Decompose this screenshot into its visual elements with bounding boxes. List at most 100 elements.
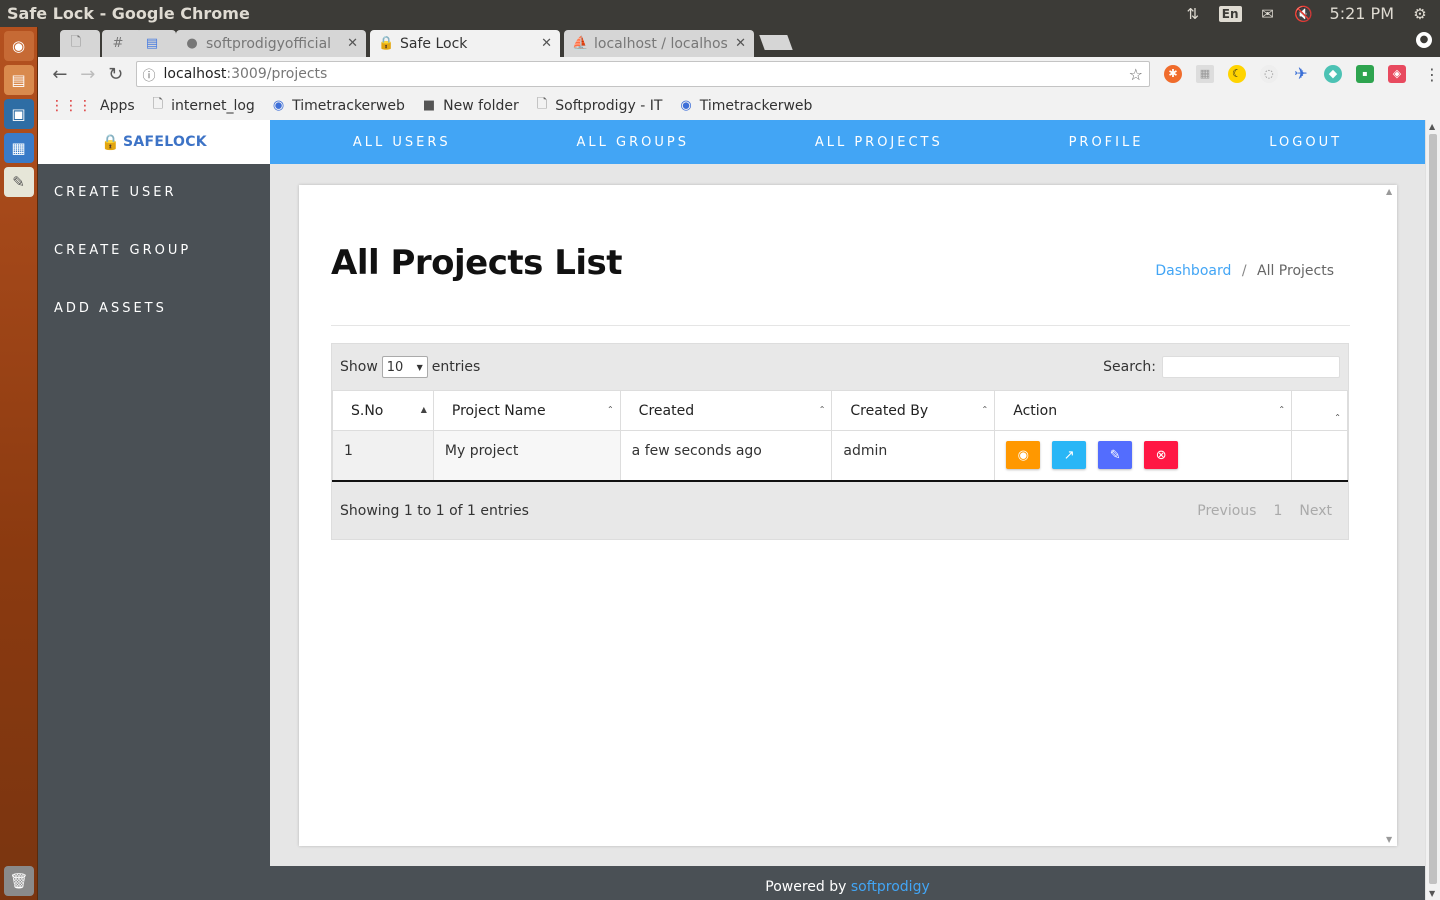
tab-safe-lock[interactable]: 🔒 Safe Lock ✕: [370, 30, 560, 57]
nav-all-projects[interactable]: ALL PROJECTS: [815, 135, 943, 150]
tab-close-icon[interactable]: ✕: [735, 36, 746, 51]
card-scrollbar[interactable]: ▲ ▼: [1383, 185, 1397, 846]
scroll-up-icon[interactable]: ▲: [1429, 122, 1435, 131]
tab-github[interactable]: ● softprodigyofficial ✕: [176, 30, 366, 57]
nav-logout[interactable]: LOGOUT: [1269, 135, 1342, 150]
scroll-down-icon[interactable]: ▼: [1386, 835, 1392, 844]
sidebar-item-create-user[interactable]: CREATE USER: [38, 164, 270, 222]
chrome-menu-icon[interactable]: ⋮: [1424, 65, 1440, 84]
apps-grid-icon: ⋮⋮⋮: [50, 97, 92, 114]
tab-label: localhost / localhos: [594, 35, 728, 52]
bookmark-apps[interactable]: ⋮⋮⋮ Apps: [50, 98, 135, 114]
breadcrumb-dashboard-link[interactable]: Dashboard: [1155, 263, 1231, 279]
photo-viewer-launcher-icon[interactable]: ▣: [3, 99, 34, 129]
search-control: Search:: [1103, 356, 1340, 378]
extension-circle-icon[interactable]: ◌: [1259, 65, 1278, 83]
column-header-created-by[interactable]: Created By ⌃: [831, 390, 996, 431]
search-input[interactable]: [1162, 356, 1340, 378]
nav-all-users[interactable]: ALL USERS: [353, 135, 451, 150]
edit-button[interactable]: ✎: [1098, 441, 1133, 469]
view-button[interactable]: ◉: [1006, 441, 1041, 469]
hash-icon: #: [112, 36, 124, 51]
sort-icon: ⌃: [818, 405, 826, 414]
share-button[interactable]: ↗: [1052, 441, 1087, 469]
extension-moon-icon[interactable]: ☾: [1227, 65, 1246, 83]
sidebar-item-add-assets[interactable]: ADD ASSETS: [38, 280, 270, 338]
sort-icon: ⌃: [1334, 413, 1341, 422]
extension-plane-icon[interactable]: ✈: [1292, 65, 1310, 83]
trash-launcher-icon[interactable]: 🗑: [4, 866, 34, 896]
back-arrow-icon[interactable]: ←: [46, 64, 74, 85]
column-header-project-name[interactable]: Project Name ⌃: [432, 390, 621, 431]
cell-created: a few seconds ago: [619, 430, 833, 482]
page-length-value: 10: [386, 359, 404, 375]
scroll-down-icon[interactable]: ▼: [1429, 889, 1435, 898]
os-top-panel: Safe Lock - Google Chrome ⇅ En ✉ 🔇 5:21 …: [0, 0, 1440, 27]
extension-gem-icon[interactable]: ◆: [1323, 65, 1342, 83]
tab-docs[interactable]: ▤: [136, 30, 176, 57]
bookmark-timetracker[interactable]: ◉ Timetrackerweb: [273, 98, 405, 114]
extension-cors-icon[interactable]: ▪: [1355, 65, 1374, 83]
cell-actions: ◉ ↗ ✎ ⊗: [994, 430, 1293, 482]
bookmark-softprodigy[interactable]: 🗋 Softprodigy - IT: [537, 95, 663, 117]
footer-softprodigy-link[interactable]: softprodigy: [851, 879, 930, 895]
previous-page-button[interactable]: Previous: [1189, 499, 1264, 523]
datatable-controls: Show 10 ▼ entries Search:: [332, 344, 1348, 390]
site-info-icon[interactable]: ⓘ: [143, 65, 156, 84]
brand-name: SAFELOCK: [123, 134, 207, 150]
address-bar[interactable]: ⓘ localhost :3009/projects ☆: [135, 61, 1150, 87]
profile-icon[interactable]: ●: [1416, 32, 1432, 48]
bookmark-label: Timetrackerweb: [699, 97, 813, 114]
page-scrollbar[interactable]: ▲ ▼: [1425, 120, 1440, 900]
delete-button[interactable]: ⊗: [1144, 441, 1179, 469]
tab-close-icon[interactable]: ✕: [541, 36, 552, 51]
bookmark-internet-log[interactable]: 🗋 internet_log: [153, 95, 255, 117]
column-label: S.No: [351, 402, 384, 419]
files-launcher-icon[interactable]: ◉: [3, 31, 34, 61]
tab-phpmyadmin[interactable]: ⛵ localhost / localhos ✕: [564, 30, 754, 57]
scroll-up-icon[interactable]: ▲: [1386, 187, 1392, 196]
extension-orange-icon[interactable]: ✱: [1163, 65, 1182, 83]
new-tab-button[interactable]: [759, 35, 793, 50]
github-icon: ●: [186, 36, 198, 51]
next-page-button[interactable]: Next: [1291, 499, 1340, 523]
column-header-created[interactable]: Created ⌃: [619, 390, 833, 431]
document-writer-launcher-icon[interactable]: ▦: [3, 133, 34, 163]
page-length-select[interactable]: 10 ▼: [381, 356, 428, 378]
settings-gear-icon[interactable]: ⚙: [1410, 5, 1430, 23]
extension-grid-icon[interactable]: ▦: [1195, 65, 1214, 83]
brand-logo[interactable]: 🔒 SAFELOCK: [38, 120, 270, 164]
volume-muted-icon[interactable]: 🔇: [1294, 5, 1314, 23]
page-number-button[interactable]: 1: [1264, 498, 1291, 524]
timetracker-icon: ◉: [272, 98, 285, 113]
file-manager-launcher-icon[interactable]: ▤: [3, 65, 34, 95]
tab-blank-page[interactable]: 🗋: [60, 30, 100, 57]
page-icon: 🗋: [152, 96, 164, 112]
text-editor-launcher-icon[interactable]: ✎: [3, 167, 34, 197]
reload-icon[interactable]: ↻: [102, 64, 130, 85]
url-host: localhost: [163, 66, 227, 82]
projects-table: S.No ▲ Project Name ⌃ Created ⌃ Created …: [332, 390, 1348, 482]
network-icon[interactable]: ⇅: [1183, 5, 1203, 23]
bookmark-new-folder[interactable]: ■ New folder: [423, 98, 519, 114]
bookmark-timetracker-2[interactable]: ◉ Timetrackerweb: [680, 98, 812, 114]
tab-close-icon[interactable]: ✕: [347, 36, 358, 51]
sidebar-item-create-group[interactable]: CREATE GROUP: [38, 222, 270, 280]
nav-profile[interactable]: PROFILE: [1069, 135, 1144, 150]
bookmark-star-icon[interactable]: ☆: [1129, 65, 1143, 84]
column-header-action[interactable]: Action ⌃: [994, 390, 1293, 431]
clock[interactable]: 5:21 PM: [1330, 4, 1394, 23]
extension-badge-icon[interactable]: ◈: [1387, 65, 1406, 83]
close-circle-icon: ⊗: [1155, 447, 1167, 463]
scrollbar-thumb[interactable]: [1429, 134, 1437, 884]
column-label: Action: [1013, 402, 1058, 419]
mail-icon[interactable]: ✉: [1258, 5, 1278, 23]
nav-all-groups[interactable]: ALL GROUPS: [577, 135, 689, 150]
pencil-icon: ✎: [1109, 447, 1121, 463]
keyboard-layout-indicator[interactable]: En: [1218, 5, 1242, 22]
forward-arrow-icon[interactable]: →: [74, 64, 102, 85]
column-header-blank[interactable]: ⌃: [1291, 390, 1348, 431]
column-header-sno[interactable]: S.No ▲: [332, 390, 434, 431]
cell-project-name: My project: [432, 430, 621, 482]
extension-icons: ✱ ▦ ☾ ◌ ✈ ◆ ▪ ◈: [1163, 65, 1406, 83]
